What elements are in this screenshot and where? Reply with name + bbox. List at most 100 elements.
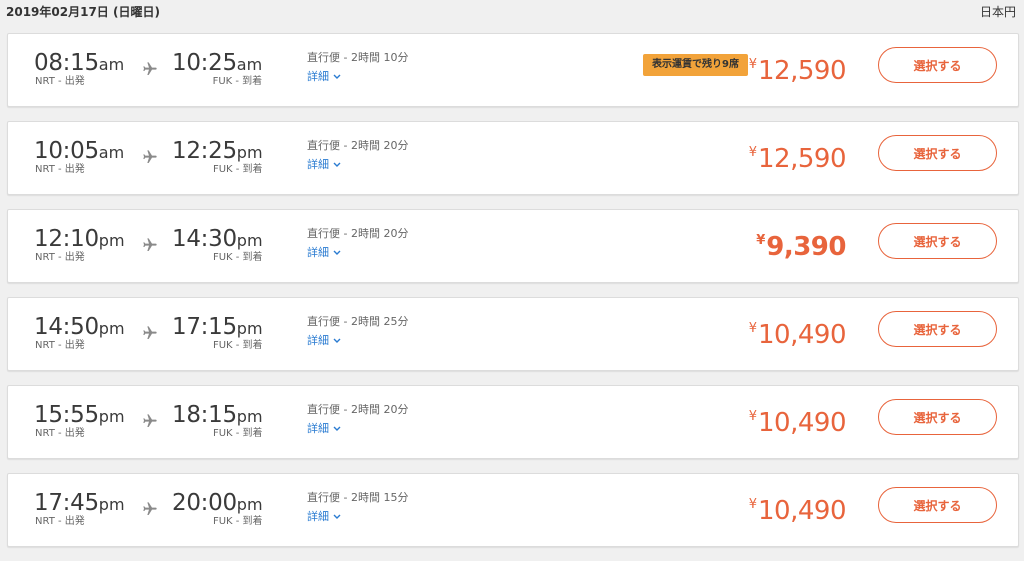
select-button[interactable]: 選択する	[878, 487, 997, 523]
flight-row: 15:55pm NRT - 出発 18:15pm FUK - 到着 直行便 - …	[7, 385, 1019, 459]
arrival-ampm: pm	[236, 319, 263, 338]
departure-time: 17:45pm	[34, 490, 125, 518]
arrival: 12:25pm FUK - 到着	[172, 138, 263, 176]
arrival-time: 18:15pm	[172, 402, 263, 430]
flight-info: 直行便 - 2時間 20分 詳細	[307, 402, 408, 436]
flight-date: 2019年02月17日 (日曜日)	[6, 5, 160, 19]
flight-duration: 直行便 - 2時間 15分	[307, 491, 409, 504]
fare-price: ¥10,490	[749, 400, 847, 443]
arrival-ampm: am	[236, 55, 263, 74]
arrival-time-value: 20:00	[172, 490, 237, 516]
flight-info: 直行便 - 2時間 10分 詳細	[307, 50, 408, 84]
departure-time: 12:10pm	[34, 226, 125, 254]
details-link[interactable]: 詳細	[307, 69, 341, 84]
departure-time-value: 15:55	[34, 402, 99, 428]
departure-ampm: pm	[98, 495, 125, 514]
yen-symbol: ¥	[748, 497, 758, 512]
departure-ampm: am	[98, 55, 125, 74]
departure-time-value: 10:05	[34, 138, 99, 164]
chevron-down-icon	[333, 250, 341, 255]
currency-label: 日本円	[979, 5, 1016, 19]
flight-duration: 直行便 - 2時間 10分	[307, 51, 409, 64]
departure-time: 14:50pm	[34, 314, 125, 342]
departure-time: 15:55pm	[34, 402, 125, 430]
arrival-time: 17:15pm	[172, 314, 263, 342]
arrival-ampm: pm	[236, 407, 263, 426]
fare-amount: 10,490	[758, 320, 846, 350]
departure-time-value: 08:15	[34, 50, 99, 76]
details-link[interactable]: 詳細	[307, 333, 341, 348]
select-button[interactable]: 選択する	[878, 399, 997, 435]
flight-row: 12:10pm NRT - 出発 14:30pm FUK - 到着 直行便 - …	[7, 209, 1019, 283]
arrival: 10:25am FUK - 到着	[172, 50, 262, 88]
flight-info: 直行便 - 2時間 20分 詳細	[307, 226, 408, 260]
arrival-time: 14:30pm	[172, 226, 263, 254]
details-label: 詳細	[307, 510, 329, 523]
flight-row: 10:05am NRT - 出発 12:25pm FUK - 到着 直行便 - …	[7, 121, 1019, 195]
details-label: 詳細	[307, 246, 329, 259]
chevron-down-icon	[333, 426, 341, 431]
details-label: 詳細	[307, 334, 329, 347]
seats-left-badge: 表示運賃で残り9席	[643, 54, 748, 76]
details-link[interactable]: 詳細	[307, 245, 341, 260]
arrival-time-value: 10:25	[172, 50, 237, 76]
fare-price: ¥10,490	[748, 312, 847, 355]
arrival-ampm: pm	[236, 143, 263, 162]
fare-amount: 10,490	[758, 408, 846, 438]
departure-time-value: 17:45	[34, 490, 99, 516]
select-button[interactable]: 選択する	[878, 47, 997, 83]
fare-amount: 12,590	[758, 144, 846, 174]
arrival: 18:15pm FUK - 到着	[172, 402, 263, 440]
arrival-time: 10:25am	[172, 50, 262, 78]
select-button[interactable]: 選択する	[878, 223, 997, 259]
departure: 17:45pm NRT - 出発	[34, 490, 125, 528]
flight-row: 08:15am NRT - 出発 10:25am FUK - 到着 直行便 - …	[7, 33, 1019, 107]
chevron-down-icon	[333, 162, 341, 167]
arrival: 14:30pm FUK - 到着	[172, 226, 263, 264]
flight-duration: 直行便 - 2時間 25分	[307, 315, 409, 328]
departure: 15:55pm NRT - 出発	[34, 402, 125, 440]
arrival-time: 12:25pm	[172, 138, 263, 166]
chevron-down-icon	[333, 338, 341, 343]
arrival-time-value: 12:25	[172, 138, 237, 164]
flight-info: 直行便 - 2時間 25分 詳細	[307, 314, 408, 348]
arrival-ampm: pm	[236, 231, 263, 250]
details-label: 詳細	[307, 422, 329, 435]
details-link[interactable]: 詳細	[307, 157, 341, 172]
arrival: 20:00pm FUK - 到着	[172, 490, 263, 528]
flight-duration: 直行便 - 2時間 20分	[307, 227, 409, 240]
arrival-time-value: 18:15	[172, 402, 237, 428]
departure: 12:10pm NRT - 出発	[34, 226, 125, 264]
yen-symbol: ¥	[748, 321, 758, 336]
arrival-time-value: 17:15	[172, 314, 237, 340]
plane-icon	[143, 62, 157, 75]
departure-time: 08:15am	[34, 50, 124, 78]
select-button[interactable]: 選択する	[878, 135, 997, 171]
departure: 14:50pm NRT - 出発	[34, 314, 125, 352]
flight-info: 直行便 - 2時間 15分 詳細	[307, 490, 408, 524]
departure: 10:05am NRT - 出発	[34, 138, 124, 176]
plane-icon	[143, 150, 157, 163]
flight-duration: 直行便 - 2時間 20分	[307, 139, 409, 152]
departure-ampm: pm	[98, 407, 125, 426]
arrival-ampm: pm	[236, 495, 263, 514]
select-button[interactable]: 選択する	[878, 311, 997, 347]
chevron-down-icon	[333, 74, 341, 79]
plane-icon	[143, 502, 157, 515]
departure: 08:15am NRT - 出発	[34, 50, 124, 88]
details-link[interactable]: 詳細	[307, 421, 341, 436]
fare-amount: 12,590	[758, 56, 846, 86]
results-header: 2019年02月17日 (日曜日) 日本円	[0, 0, 1024, 22]
departure-ampm: am	[98, 143, 125, 162]
departure-ampm: pm	[98, 319, 125, 338]
fare-price-lowest: ¥9,390	[756, 224, 846, 267]
departure-ampm: pm	[98, 231, 125, 250]
flight-duration: 直行便 - 2時間 20分	[307, 403, 409, 416]
details-link[interactable]: 詳細	[307, 509, 341, 524]
fare-price: ¥12,590	[748, 48, 847, 91]
arrival: 17:15pm FUK - 到着	[172, 314, 263, 352]
departure-time-value: 12:10	[34, 226, 99, 252]
arrival-time: 20:00pm	[172, 490, 263, 518]
yen-symbol: ¥	[748, 57, 758, 72]
departure-time: 10:05am	[34, 138, 124, 166]
